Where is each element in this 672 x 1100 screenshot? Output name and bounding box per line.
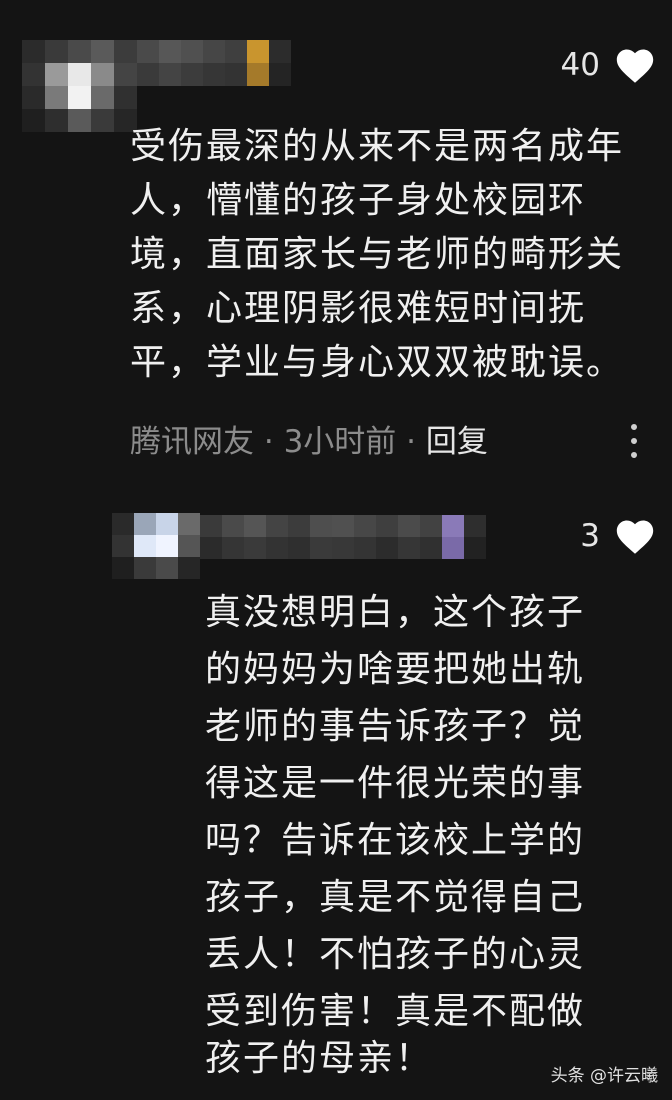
comment-line: 受到伤害！真是不配做 [205, 991, 586, 1032]
blurred-avatar[interactable] [22, 40, 137, 132]
meta-separator: · [406, 424, 417, 460]
comment-screenshot: 40 受伤最深的从来不是两名成年 人，懵懂的孩子身处校园环 境，直面家长与老师的… [0, 0, 672, 1100]
comment-line: 老师的事告诉孩子？觉 [205, 706, 586, 747]
comment-line: 吗？告诉在该校上学的 [205, 820, 586, 861]
comment-meta: 腾讯网友 · 3小时前 · 回复 [130, 416, 488, 461]
heart-icon[interactable] [613, 515, 657, 555]
comment-line: 境，直面家长与老师的畸形关 [130, 234, 625, 275]
blurred-username[interactable] [137, 40, 291, 86]
comment-line: 丢人！不怕孩子的心灵 [205, 934, 586, 975]
comment-line: 人，懵懂的孩子身处校园环 [130, 180, 587, 221]
like-count: 40 [560, 47, 600, 83]
comment-line: 得这是一件很光荣的事 [205, 763, 586, 804]
like-count: 3 [580, 518, 600, 554]
comment-line: 真没想明白，这个孩子 [205, 592, 586, 633]
comment-time: 3小时前 [283, 424, 397, 460]
blurred-username[interactable] [200, 515, 486, 559]
reply-button[interactable]: 回复 [426, 424, 488, 460]
watermark: 头条 @许云曦 [550, 1066, 658, 1086]
comment-line: 受伤最深的从来不是两名成年 [130, 126, 625, 167]
blurred-avatar[interactable] [112, 513, 200, 579]
comment-line: 孩子，真是不觉得自己 [205, 877, 586, 918]
comment-line: 的妈妈为啥要把她出轨 [205, 649, 586, 690]
comment-line: 系，心理阴影很难短时间抚 [130, 288, 587, 329]
comment-line: 平，学业与身心双双被耽误。 [130, 342, 625, 383]
comment-line: 孩子的母亲！ [205, 1038, 434, 1079]
author-name[interactable]: 腾讯网友 [130, 424, 254, 460]
more-vertical-icon[interactable] [631, 424, 639, 466]
heart-icon[interactable] [613, 44, 657, 84]
meta-separator: · [263, 424, 274, 460]
